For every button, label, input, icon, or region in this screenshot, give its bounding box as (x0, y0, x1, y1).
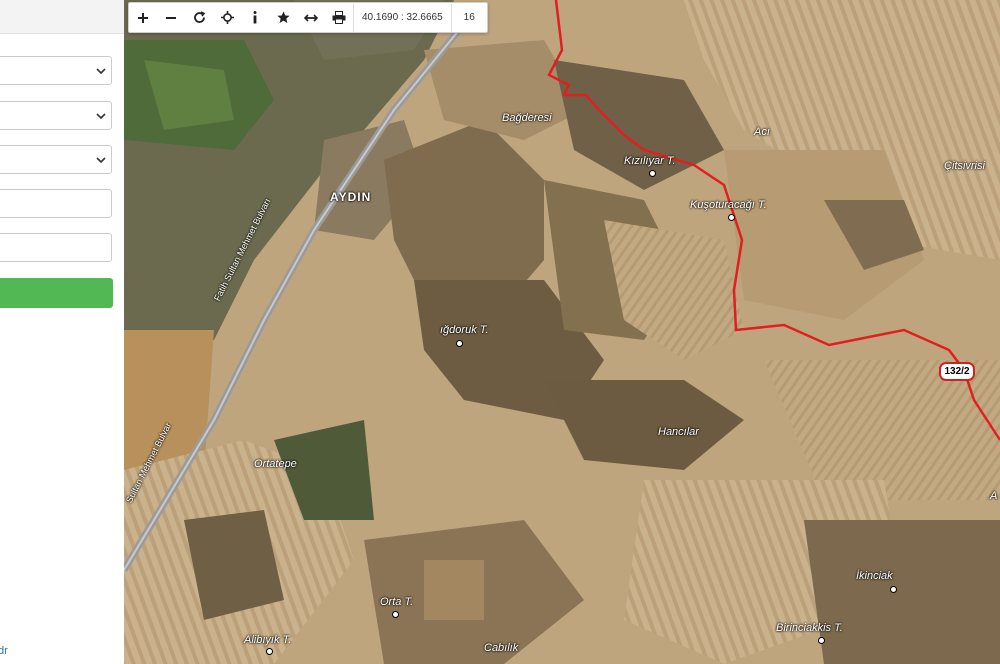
info-button[interactable] (241, 4, 269, 32)
place-label: Orta T. (380, 596, 414, 608)
place-marker (649, 170, 656, 177)
place-marker (456, 340, 463, 347)
place-marker (728, 214, 735, 221)
coordinate-readout: 40.1690 : 32.6665 (353, 3, 451, 32)
place-marker (890, 586, 897, 593)
place-label: Alibıyık T. (244, 634, 292, 646)
footer-link[interactable]: dr (0, 645, 8, 657)
zoom-in-button[interactable] (129, 4, 157, 32)
place-label: Ortatepe (254, 458, 297, 470)
place-label: İkinciak (856, 570, 893, 582)
place-label: Cabılık (484, 642, 519, 654)
panel-header (0, 0, 124, 34)
info-icon (252, 11, 258, 24)
chevron-down-icon (95, 154, 107, 166)
text-input-1[interactable] (0, 189, 112, 218)
place-label: Kızılıyar T. (624, 155, 676, 167)
measure-button[interactable] (297, 4, 325, 32)
place-label: Birinciakkis T. (776, 622, 843, 634)
satellite-imagery (124, 0, 1000, 664)
minus-icon (165, 12, 177, 24)
favorite-button[interactable] (269, 4, 297, 32)
place-marker (392, 611, 399, 618)
place-label: Hancılar (658, 426, 699, 438)
select-3[interactable] (0, 145, 112, 174)
chevron-down-icon (95, 110, 107, 122)
place-label: Bağderesi (502, 112, 552, 124)
place-marker (266, 648, 273, 655)
select-1[interactable] (0, 56, 112, 85)
parcel-label[interactable]: 132/2 (939, 362, 975, 381)
star-icon (276, 11, 290, 24)
place-marker (818, 637, 825, 644)
crosshair-icon (220, 11, 234, 24)
place-label: Acı (754, 126, 770, 138)
print-icon (332, 11, 346, 24)
locate-button[interactable] (213, 4, 241, 32)
map-view[interactable]: Bağderesi Acı Kızılıyar T. Çitsivrisi Ku… (124, 0, 1000, 664)
chevron-down-icon (95, 65, 107, 77)
place-label: Kuşoturacağı T. (690, 199, 767, 211)
zoom-out-button[interactable] (157, 4, 185, 32)
zoom-level-readout: 16 (450, 3, 487, 32)
refresh-button[interactable] (185, 4, 213, 32)
place-label: ığdoruk T. (440, 324, 489, 336)
submit-button[interactable] (0, 278, 113, 308)
measure-icon (304, 13, 318, 23)
left-panel: dr (0, 0, 125, 664)
place-label: Çitsivrisi (944, 160, 985, 172)
map-toolbar: 40.1690 : 32.6665 16 (128, 2, 488, 33)
select-2[interactable] (0, 101, 112, 130)
refresh-icon (193, 11, 206, 24)
text-input-2[interactable] (0, 233, 112, 262)
print-button[interactable] (325, 4, 353, 32)
plus-icon (137, 12, 149, 24)
place-label: A (990, 490, 998, 502)
place-label: AYDIN (330, 190, 372, 204)
